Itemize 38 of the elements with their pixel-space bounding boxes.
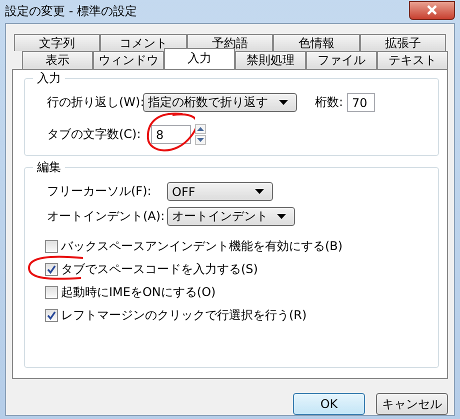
group-title: 入力 — [33, 70, 65, 87]
field-label: オートインデント(A): — [47, 208, 163, 225]
dropdown-arrow-icon — [255, 189, 264, 194]
checkbox[interactable] — [45, 286, 58, 299]
field-label: フリーカーソル(F): — [47, 183, 152, 200]
wrap-dropdown[interactable]: 指定の桁数で折り返す — [143, 93, 297, 112]
dropdown-arrow-icon — [279, 100, 288, 105]
window-title: 設定の変更 - 標準の設定 — [5, 3, 137, 20]
tab[interactable]: 禁則処理 — [235, 51, 306, 69]
tab[interactable]: ウィンドウ — [93, 51, 164, 69]
up-arrow-icon — [195, 124, 206, 134]
tab[interactable]: 拡張子 — [360, 34, 446, 51]
checkbox[interactable] — [45, 263, 58, 276]
checkbox[interactable] — [45, 309, 58, 322]
tab[interactable]: テキスト — [377, 51, 448, 69]
dialog-button[interactable]: キャンセル — [376, 393, 448, 415]
columns-input[interactable]: 70 — [347, 93, 376, 112]
tab[interactable]: 色情報 — [273, 34, 360, 51]
tab[interactable]: コメント — [100, 34, 187, 51]
field-label: タブの文字数(C): — [47, 126, 139, 143]
dialog-button[interactable]: OK — [293, 393, 365, 415]
checkbox[interactable] — [45, 240, 58, 253]
dropdown-arrow-icon — [277, 214, 286, 219]
tab-width-input[interactable]: 8 — [151, 125, 191, 144]
checkbox-label: バックスペースアンインデント機能を有効にする(B) — [61, 238, 343, 255]
close-button[interactable] — [409, 0, 455, 20]
free-cursor-dropdown[interactable]: OFF — [167, 182, 273, 201]
auto-indent-dropdown[interactable]: オートインデント — [167, 207, 295, 226]
tab[interactable]: 表示 — [22, 51, 93, 69]
close-icon — [426, 5, 438, 15]
checkbox-label: タブでスペースコードを入力する(S) — [61, 261, 258, 278]
spinner[interactable] — [195, 124, 206, 145]
down-arrow-icon — [195, 135, 206, 145]
tab[interactable]: 入力 — [164, 48, 235, 69]
checkbox-label: レフトマージンのクリックで行選択を行う(R) — [61, 307, 307, 324]
tab[interactable]: ファイル — [306, 51, 377, 69]
checkbox-label: 起動時にIMEをONにする(O) — [61, 284, 216, 301]
field-label: 桁数: — [315, 94, 344, 111]
